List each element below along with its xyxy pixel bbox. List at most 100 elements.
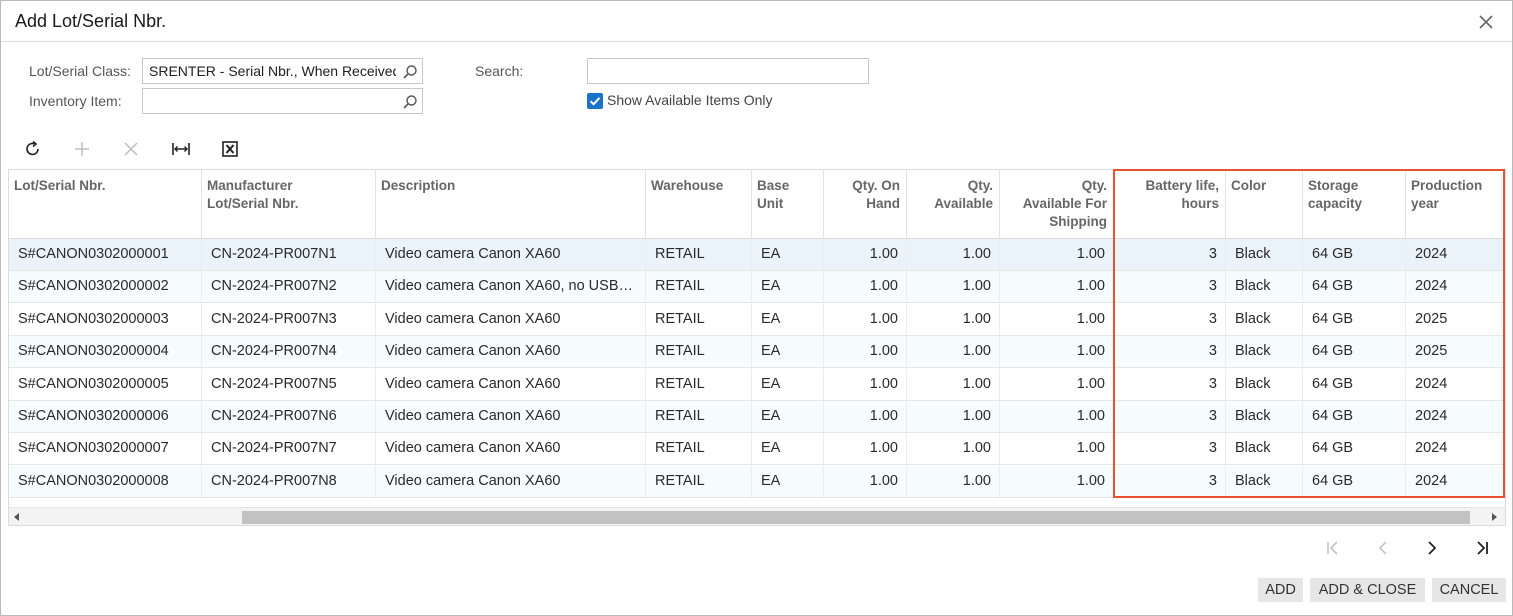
table-cell[interactable]: 1.00 bbox=[824, 336, 907, 368]
table-row[interactable]: S#CANON0302000004 CN-2024-PR007N4 Video ca… bbox=[9, 336, 1505, 369]
table-cell[interactable]: CN-2024-PR007N3 bbox=[202, 303, 376, 335]
table-cell[interactable]: Video camera Canon XA60 bbox=[376, 239, 646, 270]
table-cell[interactable]: 1.00 bbox=[824, 239, 907, 270]
column-header[interactable]: Storage capacity bbox=[1303, 170, 1406, 238]
export-excel-icon[interactable] bbox=[219, 138, 241, 160]
table-cell[interactable]: 64 GB bbox=[1303, 368, 1406, 400]
column-header[interactable]: Qty. Available bbox=[907, 170, 1000, 238]
scroll-right-icon[interactable] bbox=[1492, 513, 1497, 521]
table-cell[interactable]: 1.00 bbox=[824, 433, 907, 465]
table-row[interactable]: S#CANON0302000003 CN-2024-PR007N3 Video ca… bbox=[9, 303, 1505, 336]
refresh-icon[interactable] bbox=[22, 138, 44, 160]
table-cell[interactable]: CN-2024-PR007N5 bbox=[202, 368, 376, 400]
column-header[interactable]: Qty. Available For Shipping bbox=[1000, 170, 1114, 238]
table-row[interactable]: S#CANON0302000007 CN-2024-PR007N7 Video ca… bbox=[9, 433, 1505, 466]
table-cell[interactable]: 1.00 bbox=[907, 271, 1000, 303]
table-cell[interactable]: Video camera Canon XA60 bbox=[376, 303, 646, 335]
table-cell[interactable]: RETAIL bbox=[646, 401, 752, 432]
table-cell[interactable]: 1.00 bbox=[907, 368, 1000, 400]
table-cell[interactable]: CN-2024-PR007N6 bbox=[202, 401, 376, 432]
table-cell[interactable]: 1.00 bbox=[1000, 336, 1114, 368]
table-cell[interactable]: 2024 bbox=[1406, 401, 1505, 432]
table-cell[interactable]: CN-2024-PR007N8 bbox=[202, 465, 376, 497]
table-cell[interactable]: EA bbox=[752, 465, 824, 497]
table-cell[interactable]: S#CANON0302000003 bbox=[9, 303, 202, 335]
table-cell[interactable]: 64 GB bbox=[1303, 336, 1406, 368]
table-cell[interactable]: RETAIL bbox=[646, 368, 752, 400]
table-cell[interactable]: 1.00 bbox=[1000, 401, 1114, 432]
next-page-icon[interactable] bbox=[1421, 537, 1443, 559]
table-cell[interactable]: S#CANON0302000005 bbox=[9, 368, 202, 400]
table-cell[interactable]: S#CANON0302000001 bbox=[9, 239, 202, 270]
table-cell[interactable]: 1.00 bbox=[1000, 465, 1114, 497]
column-header[interactable]: Warehouse bbox=[646, 170, 752, 238]
delete-icon[interactable] bbox=[120, 138, 142, 160]
show-available-label[interactable]: Show Available Items Only bbox=[607, 92, 773, 108]
table-cell[interactable]: 64 GB bbox=[1303, 271, 1406, 303]
table-cell[interactable]: S#CANON0302000006 bbox=[9, 401, 202, 432]
table-cell[interactable]: Video camera Canon XA60, no USB cable bbox=[376, 271, 646, 303]
table-cell[interactable]: 3 bbox=[1114, 271, 1226, 303]
table-cell[interactable]: 1.00 bbox=[824, 271, 907, 303]
inventory-item-field[interactable] bbox=[142, 88, 423, 114]
add-button[interactable]: ADD bbox=[1258, 578, 1303, 602]
table-cell[interactable]: Black bbox=[1226, 401, 1303, 432]
column-header[interactable]: Battery life, hours bbox=[1114, 170, 1226, 238]
table-cell[interactable]: 1.00 bbox=[1000, 271, 1114, 303]
table-cell[interactable]: S#CANON0302000002 bbox=[9, 271, 202, 303]
table-cell[interactable]: 64 GB bbox=[1303, 303, 1406, 335]
table-cell[interactable]: 1.00 bbox=[1000, 303, 1114, 335]
table-cell[interactable]: CN-2024-PR007N1 bbox=[202, 239, 376, 270]
table-cell[interactable]: RETAIL bbox=[646, 465, 752, 497]
table-cell[interactable]: RETAIL bbox=[646, 303, 752, 335]
table-cell[interactable]: 3 bbox=[1114, 368, 1226, 400]
table-row[interactable]: S#CANON0302000005 CN-2024-PR007N5 Video ca… bbox=[9, 368, 1505, 401]
table-cell[interactable]: 64 GB bbox=[1303, 433, 1406, 465]
table-cell[interactable]: 1.00 bbox=[907, 303, 1000, 335]
table-cell[interactable]: 2024 bbox=[1406, 271, 1505, 302]
table-cell[interactable]: RETAIL bbox=[646, 239, 752, 270]
column-header[interactable]: Color bbox=[1226, 170, 1303, 238]
table-cell[interactable]: 2024 bbox=[1406, 239, 1505, 270]
table-cell[interactable]: EA bbox=[752, 336, 824, 368]
table-cell[interactable]: S#CANON0302000008 bbox=[9, 465, 202, 497]
column-header[interactable]: Manufacturer Lot/Serial Nbr. bbox=[202, 170, 376, 238]
table-row[interactable]: S#CANON0302000008 CN-2024-PR007N8 Video ca… bbox=[9, 465, 1505, 498]
last-page-icon[interactable] bbox=[1471, 537, 1493, 559]
table-cell[interactable]: 1.00 bbox=[907, 433, 1000, 465]
table-cell[interactable]: RETAIL bbox=[646, 336, 752, 368]
table-cell[interactable]: CN-2024-PR007N4 bbox=[202, 336, 376, 368]
search-icon[interactable] bbox=[402, 94, 418, 110]
table-cell[interactable]: CN-2024-PR007N2 bbox=[202, 271, 376, 303]
table-cell[interactable]: Black bbox=[1226, 303, 1303, 335]
table-cell[interactable]: 1.00 bbox=[907, 336, 1000, 368]
table-cell[interactable]: 64 GB bbox=[1303, 239, 1406, 270]
table-cell[interactable]: Black bbox=[1226, 465, 1303, 497]
table-cell[interactable]: RETAIL bbox=[646, 271, 752, 303]
show-available-checkbox[interactable] bbox=[587, 93, 603, 109]
table-cell[interactable]: EA bbox=[752, 368, 824, 400]
cancel-button[interactable]: CANCEL bbox=[1432, 578, 1506, 602]
scroll-thumb[interactable] bbox=[242, 511, 1470, 524]
add-close-button[interactable]: ADD & CLOSE bbox=[1310, 578, 1425, 602]
table-cell[interactable]: 3 bbox=[1114, 465, 1226, 497]
close-icon[interactable] bbox=[1477, 13, 1495, 31]
column-header[interactable]: Lot/Serial Nbr. bbox=[9, 170, 202, 238]
table-cell[interactable]: 2024 bbox=[1406, 433, 1505, 464]
table-cell[interactable]: Video camera Canon XA60 bbox=[376, 336, 646, 368]
table-cell[interactable]: 1.00 bbox=[1000, 239, 1114, 270]
table-cell[interactable]: 3 bbox=[1114, 401, 1226, 432]
table-cell[interactable]: Black bbox=[1226, 271, 1303, 303]
table-cell[interactable]: 2025 bbox=[1406, 336, 1505, 367]
table-cell[interactable]: 3 bbox=[1114, 336, 1226, 368]
table-cell[interactable]: EA bbox=[752, 433, 824, 465]
table-cell[interactable]: Black bbox=[1226, 368, 1303, 400]
table-row[interactable]: S#CANON0302000006 CN-2024-PR007N6 Video ca… bbox=[9, 401, 1505, 433]
table-cell[interactable]: 64 GB bbox=[1303, 465, 1406, 497]
table-cell[interactable]: Black bbox=[1226, 239, 1303, 270]
column-header[interactable]: Production year bbox=[1406, 170, 1505, 238]
column-header[interactable]: Base Unit bbox=[752, 170, 824, 238]
table-cell[interactable]: 64 GB bbox=[1303, 401, 1406, 432]
first-page-icon[interactable] bbox=[1322, 537, 1344, 559]
table-cell[interactable]: S#CANON0302000004 bbox=[9, 336, 202, 368]
